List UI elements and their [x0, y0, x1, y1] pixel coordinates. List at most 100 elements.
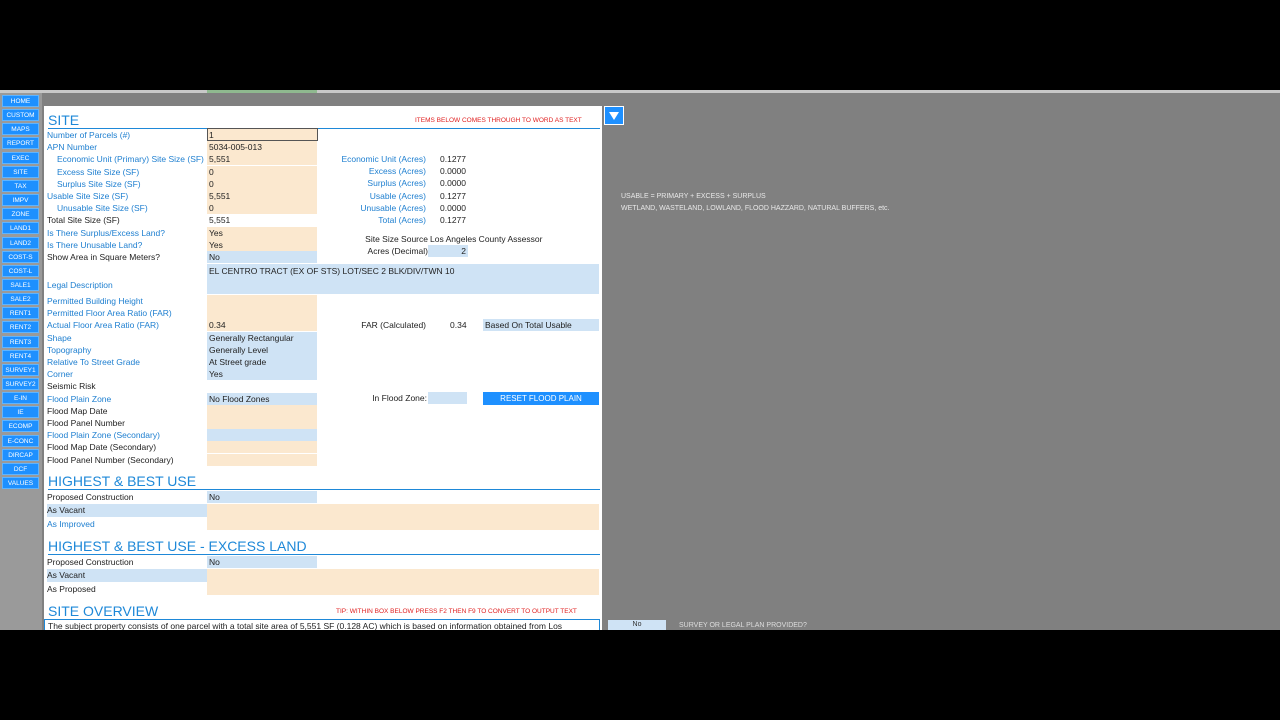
- site-row-input[interactable]: No: [207, 251, 317, 263]
- nav-button-sale1[interactable]: SALE1: [2, 278, 39, 291]
- legal-description-label: Legal Description: [47, 280, 113, 290]
- hbu-excess-as-vacant-label: As Vacant: [47, 570, 86, 580]
- site-detail-input[interactable]: Yes: [207, 368, 317, 381]
- acres-value: 0.0000: [440, 178, 466, 189]
- nav-button-maps[interactable]: MAPS: [2, 123, 39, 136]
- unusable-types-note: WETLAND, WASTELAND, LOWLAND, FLOOD HAZZA…: [621, 205, 890, 212]
- site-row-input[interactable]: 5,551: [207, 190, 317, 202]
- nav-button-impv[interactable]: IMPV: [2, 194, 39, 207]
- site-detail-input[interactable]: [207, 429, 317, 442]
- site-detail-label: Corner: [47, 369, 73, 380]
- site-detail-label: Relative To Street Grade: [47, 357, 140, 367]
- nav-button-values[interactable]: VALUES: [2, 477, 39, 490]
- nav-button-rent1[interactable]: RENT1: [2, 307, 39, 320]
- site-detail-input[interactable]: [207, 417, 317, 429]
- acres-decimal-input[interactable]: 2: [428, 245, 468, 257]
- site-row-input[interactable]: 0: [207, 165, 317, 178]
- nav-button-land2[interactable]: LAND2: [2, 236, 39, 249]
- nav-button-dcf[interactable]: DCF: [2, 462, 39, 475]
- site-section-title: SITE: [48, 112, 80, 128]
- acres-value: 0.0000: [440, 166, 466, 177]
- nav-button-cost-s[interactable]: COST-S: [2, 250, 39, 263]
- hbu-as-improved-input[interactable]: [207, 517, 599, 530]
- nav-button-e-in[interactable]: E-IN: [2, 392, 39, 405]
- site-detail-input[interactable]: Generally Rectangular: [207, 331, 317, 344]
- nav-button-rent3[interactable]: RENT3: [2, 335, 39, 348]
- site-row-label: Usable Site Size (SF): [47, 191, 129, 201]
- hbu-excess-as-vacant-input[interactable]: [207, 569, 599, 595]
- nav-button-ecomp[interactable]: ECOMP: [2, 420, 39, 433]
- nav-button-zone[interactable]: ZONE: [2, 208, 39, 221]
- acres-label: Excess (Acres): [368, 166, 426, 177]
- site-size-source-value[interactable]: Los Angeles County Assessor: [430, 233, 542, 245]
- site-detail-label: Flood Plain Zone (Secondary): [47, 430, 160, 441]
- legal-description-input[interactable]: EL CENTRO TRACT (EX OF STS) LOT/SEC 2 BL…: [207, 264, 599, 294]
- nav-button-ie[interactable]: IE: [2, 406, 39, 419]
- site-row-input[interactable]: 5,551: [207, 153, 317, 166]
- site-row-label: Number of Parcels (#): [47, 130, 131, 140]
- site-row-label: Is There Unusable Land?: [47, 239, 143, 250]
- survey-provided-select[interactable]: No: [608, 620, 666, 630]
- hbu-excess-section-title: HIGHEST & BEST USE - EXCESS LAND: [48, 538, 307, 554]
- nav-button-land1[interactable]: LAND1: [2, 222, 39, 235]
- word-text-note: ITEMS BELOW COMES THROUGH TO WORD AS TEX…: [415, 117, 582, 124]
- far-calculated-value: 0.34: [450, 320, 467, 330]
- nav-button-custom[interactable]: CUSTOM: [2, 109, 39, 122]
- usable-formula-note: USABLE = PRIMARY + EXCESS + SURPLUS: [621, 193, 766, 200]
- acres-label: Economic Unit (Acres): [341, 154, 426, 164]
- site-row-label: Is There Surplus/Excess Land?: [47, 227, 165, 238]
- site-row-input[interactable]: 5034-005-013: [207, 141, 317, 154]
- site-detail-input[interactable]: 0.34: [207, 319, 317, 332]
- site-row-input[interactable]: 0: [207, 177, 317, 190]
- nav-button-tax[interactable]: TAX: [2, 179, 39, 192]
- site-sheet: SITE ITEMS BELOW COMES THROUGH TO WORD A…: [44, 106, 602, 630]
- acres-value: 0.1277: [440, 154, 466, 164]
- site-detail-input[interactable]: No Flood Zones: [207, 392, 317, 405]
- hbu-proposed-construction-select[interactable]: No: [207, 491, 317, 503]
- nav-button-sale2[interactable]: SALE2: [2, 293, 39, 306]
- site-row-input[interactable]: Yes: [207, 238, 317, 251]
- site-row-input[interactable]: 5,551: [207, 214, 317, 226]
- site-detail-input[interactable]: Generally Level: [207, 343, 317, 356]
- acres-value: 0.1277: [440, 190, 466, 201]
- site-detail-input[interactable]: At Street grade: [207, 356, 317, 368]
- site-detail-label: Flood Panel Number: [47, 418, 125, 428]
- nav-button-rent2[interactable]: RENT2: [2, 321, 39, 334]
- site-row-label: Excess Site Size (SF): [57, 166, 140, 177]
- site-row-input[interactable]: 0: [207, 202, 317, 215]
- survey-provided-label: SURVEY OR LEGAL PLAN PROVIDED?: [679, 622, 807, 629]
- nav-button-cost-l[interactable]: COST-L: [2, 264, 39, 277]
- site-detail-input[interactable]: [207, 295, 317, 307]
- nav-button-report[interactable]: REPORT: [2, 137, 39, 150]
- site-detail-label: Seismic Risk: [47, 381, 96, 392]
- site-row-label: Unusable Site Size (SF): [57, 203, 148, 214]
- site-row-label: Total Site Size (SF): [47, 215, 120, 226]
- in-flood-zone-value: [428, 392, 467, 404]
- hbu-as-vacant-input[interactable]: [207, 504, 599, 517]
- site-detail-label: Permitted Floor Area Ratio (FAR): [47, 308, 172, 319]
- site-detail-input[interactable]: [207, 380, 317, 392]
- nav-button-survey1[interactable]: SURVEY1: [2, 363, 39, 376]
- site-row-input[interactable]: Yes: [207, 226, 317, 239]
- dropdown-arrow-icon[interactable]: [604, 106, 624, 125]
- site-detail-input[interactable]: [207, 404, 317, 417]
- nav-button-rent4[interactable]: RENT4: [2, 349, 39, 362]
- site-overview-textbox[interactable]: The subject property consists of one par…: [44, 619, 600, 630]
- reset-flood-plain-button[interactable]: RESET FLOOD PLAIN: [483, 392, 599, 405]
- site-detail-input[interactable]: [207, 307, 317, 320]
- nav-button-home[interactable]: HOME: [2, 95, 39, 107]
- nav-button-site[interactable]: SITE: [2, 165, 39, 178]
- nav-button-survey2[interactable]: SURVEY2: [2, 378, 39, 390]
- far-basis-select[interactable]: Based On Total Usable: [483, 319, 599, 331]
- in-flood-zone-label: In Flood Zone:: [372, 393, 427, 403]
- hbu-excess-proposed-construction-label: Proposed Construction: [47, 557, 134, 567]
- site-detail-input[interactable]: [207, 441, 317, 454]
- site-detail-input[interactable]: [207, 453, 317, 466]
- hbu-excess-proposed-construction-select[interactable]: No: [207, 556, 317, 568]
- hbu-proposed-construction-label: Proposed Construction: [47, 492, 134, 502]
- site-row-label: Surplus Site Size (SF): [57, 178, 141, 189]
- nav-button-dircap[interactable]: DIRCAP: [2, 448, 39, 461]
- nav-button-exec[interactable]: EXEC: [2, 151, 39, 164]
- site-row-label: APN Number: [47, 142, 98, 153]
- nav-button-e-conc[interactable]: E-CONC: [2, 434, 39, 447]
